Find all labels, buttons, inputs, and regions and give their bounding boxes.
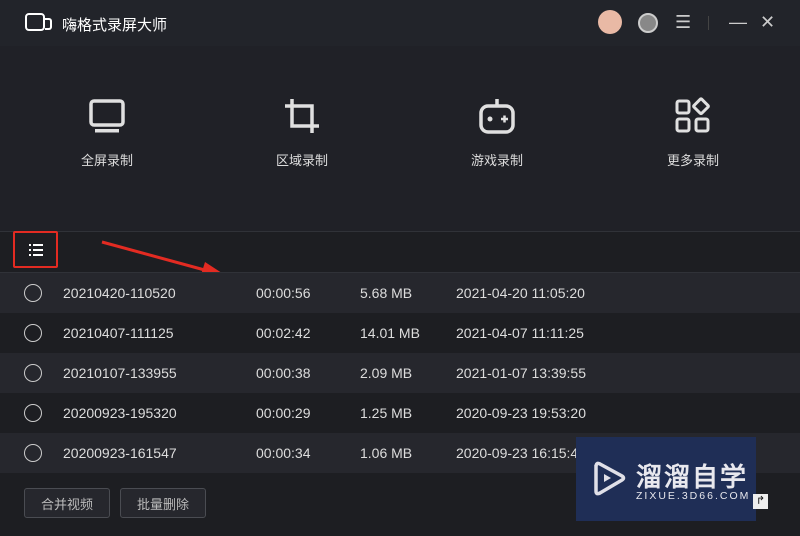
watermark: 溜溜自学 ZIXUE.3D66.COM xyxy=(576,437,756,521)
file-name: 20200923-195320 xyxy=(63,405,177,421)
watermark-url: ZIXUE.3D66.COM xyxy=(636,490,751,502)
crop-icon xyxy=(285,99,319,133)
monitor-icon xyxy=(89,99,125,133)
record-modes: 全屏录制 区域录制 游戏录制 更多录制 xyxy=(0,46,800,232)
file-size: 1.25 MB xyxy=(360,405,413,421)
duration: 00:00:34 xyxy=(256,445,311,461)
gamepad-icon xyxy=(479,99,515,134)
duration: 00:00:56 xyxy=(256,285,311,301)
table-row[interactable]: 20200923-195320 00:00:29 1.25 MB 2020-09-23… xyxy=(0,393,800,433)
watermark-brand: 溜溜自学 xyxy=(636,462,749,492)
select-radio[interactable] xyxy=(24,284,42,302)
file-name: 20210407-111125 xyxy=(63,325,174,341)
select-radio[interactable] xyxy=(24,364,42,382)
menu-icon[interactable]: ☰ xyxy=(675,12,691,33)
file-size: 5.68 MB xyxy=(360,285,413,301)
file-size: 14.01 MB xyxy=(360,325,420,341)
select-radio[interactable] xyxy=(24,324,42,342)
file-name: 20210107-133955 xyxy=(63,365,177,381)
play-logo-icon xyxy=(594,461,626,496)
share-icon[interactable]: ↱ xyxy=(753,494,768,509)
list-icon xyxy=(28,243,43,256)
mode-game[interactable]: 游戏录制 xyxy=(442,96,552,170)
date: 2021-04-07 11:11:25 xyxy=(456,325,584,341)
batch-delete-button[interactable]: 批量删除 xyxy=(120,488,206,518)
table-row[interactable]: 20210420-110520 00:00:56 5.68 MB 2021-04-20… xyxy=(0,273,800,313)
duration: 00:02:42 xyxy=(256,325,311,341)
minimize-icon[interactable]: — xyxy=(729,12,747,33)
table-row[interactable]: 20210407-111125 00:02:42 14.01 MB 2021-04-0… xyxy=(0,313,800,353)
date: 2020-09-23 16:15:47 xyxy=(456,445,586,461)
title-bar: 嗨格式录屏大师 ☰ — ✕ xyxy=(0,0,800,46)
select-radio[interactable] xyxy=(24,404,42,422)
date: 2020-09-23 19:53:20 xyxy=(456,405,586,421)
mode-label: 更多录制 xyxy=(666,153,719,168)
support-icon[interactable] xyxy=(638,13,658,33)
avatar-icon[interactable] xyxy=(598,10,622,34)
close-icon[interactable]: ✕ xyxy=(760,12,775,33)
divider xyxy=(708,16,709,30)
file-name: 20200923-161547 xyxy=(63,445,177,461)
date: 2021-01-07 13:39:55 xyxy=(456,365,586,381)
merge-video-button[interactable]: 合并视频 xyxy=(24,488,110,518)
mode-label: 区域录制 xyxy=(275,153,328,168)
file-size: 2.09 MB xyxy=(360,365,413,381)
file-size: 1.06 MB xyxy=(360,445,413,461)
file-name: 20210420-110520 xyxy=(63,285,176,301)
duration: 00:00:29 xyxy=(256,405,311,421)
mode-label: 全屏录制 xyxy=(80,153,133,168)
select-radio[interactable] xyxy=(24,444,42,462)
table-row[interactable]: 20210107-133955 00:00:38 2.09 MB 2021-01-07… xyxy=(0,353,800,393)
app-title: 嗨格式录屏大师 xyxy=(62,17,168,34)
grid-icon xyxy=(675,97,710,133)
mode-region[interactable]: 区域录制 xyxy=(247,96,357,170)
duration: 00:00:38 xyxy=(256,365,311,381)
date: 2021-04-20 11:05:20 xyxy=(456,285,585,301)
mode-label: 游戏录制 xyxy=(470,153,523,168)
app-logo-icon xyxy=(25,13,52,31)
mode-more[interactable]: 更多录制 xyxy=(638,96,748,170)
list-view-button[interactable] xyxy=(13,231,58,268)
mode-fullscreen[interactable]: 全屏录制 xyxy=(52,96,162,170)
